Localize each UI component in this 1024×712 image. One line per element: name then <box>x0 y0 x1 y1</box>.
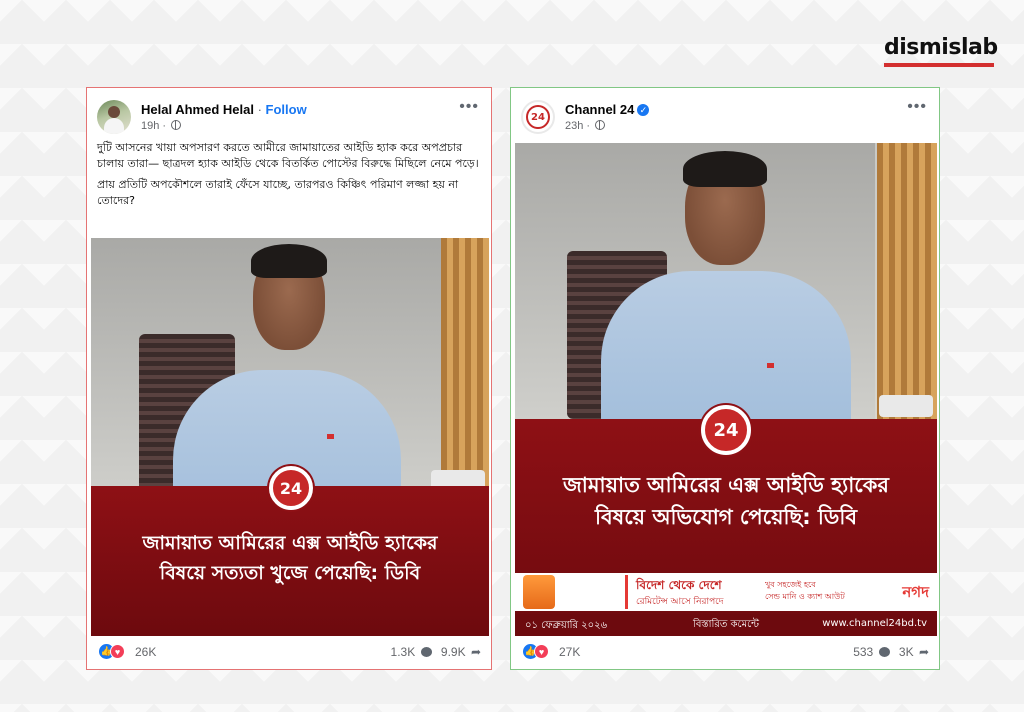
date-bar: ০১ ফেব্রুয়ারি ২০২৬ বিস্তারিত কমেন্টে ww… <box>515 614 937 636</box>
author-avatar[interactable] <box>97 100 131 134</box>
news-banner: 24 জামায়াত আমিরের এক্স আইডি হ্যাকের বিষ… <box>515 405 937 636</box>
headline-line-2: বিষয়ে অভিযোগ পেয়েছি: ডিবি <box>594 505 858 529</box>
channel24-avatar-logo: 24 <box>526 105 550 129</box>
logo-underline <box>884 63 994 67</box>
engagement-stats: 533 3K ➦ <box>853 645 929 659</box>
dismislab-logo: dismislab <box>884 35 998 70</box>
ad-tagline-2: সেন্ড মানি ও ক্যাশ আউট <box>765 592 845 601</box>
reactions-bar: 👍 ♥ 26K 1.3K 9.9K ➦ <box>97 641 481 663</box>
love-icon: ♥ <box>534 644 549 660</box>
post-image[interactable]: 24 জামায়াত আমিরের এক্স আইডি হ্যাকের বিষ… <box>515 143 937 636</box>
headline-line-2: বিষয়ে সত্যতা খুজে পেয়েছি: ডিবি <box>159 562 421 584</box>
post-time[interactable]: 23h <box>565 120 583 132</box>
news-banner: 24 জামায়াত আমিরের এক্স আইডি হ্যাকের বিষ… <box>91 466 489 636</box>
more-horizontal-icon[interactable]: ••• <box>459 99 479 115</box>
person-hair <box>683 151 767 187</box>
person-shirt <box>601 271 851 419</box>
headline-line-1: জামায়াত আমিরের এক্স আইডি হ্যাকের <box>563 473 889 497</box>
dot-separator: · <box>162 120 167 132</box>
post-image[interactable]: 24 জামায়াত আমিরের এক্স আইডি হ্যাকের বিষ… <box>91 238 489 636</box>
details-label: বিস্তারিত কমেন্টে <box>692 619 760 630</box>
logo-text: dismislab <box>884 35 998 60</box>
author-line: Channel 24 ✓ <box>565 102 650 117</box>
caption-paragraph-2: প্রায় প্রতিটি অপকৌশলে তারাই ফেঁসে যাচ্ছ… <box>97 178 459 207</box>
post-meta: 23h · <box>565 120 606 132</box>
channel24-logo: 24 <box>269 466 313 510</box>
headline: জামায়াত আমিরের এক্স আইডি হ্যাকের বিষয়ে… <box>515 469 937 533</box>
separator: · <box>257 102 262 117</box>
post-meta: 19h · <box>141 120 182 132</box>
reaction-count[interactable]: 27K <box>559 645 580 659</box>
person-hair <box>251 244 327 278</box>
ad-tagline: খুব সহজেই হবে সেন্ড মানি ও ক্যাশ আউট <box>765 579 845 603</box>
ad-subtitle: রেমিটেন্স আসে নিরাপদে <box>636 597 724 607</box>
post-time[interactable]: 19h <box>141 120 159 132</box>
reactions-bar: 👍 ♥ 27K 533 3K ➦ <box>521 641 929 663</box>
globe-icon <box>595 120 606 130</box>
share-count[interactable]: 3K <box>899 645 914 659</box>
author-name[interactable]: Helal Ahmed Helal <box>141 102 254 117</box>
comment-count[interactable]: 1.3K <box>391 645 416 659</box>
engagement-stats: 1.3K 9.9K ➦ <box>391 645 481 659</box>
author-line: Helal Ahmed Helal · Follow <box>141 102 307 117</box>
verified-badge-icon: ✓ <box>637 104 650 116</box>
ad-tagline-1: খুব সহজেই হবে <box>765 580 816 589</box>
share-count[interactable]: 9.9K <box>441 645 466 659</box>
author-name[interactable]: Channel 24 <box>565 102 634 117</box>
facebook-post-right: 24 Channel 24 ✓ 23h · ••• 24 জামায়াত আমি… <box>510 87 940 670</box>
globe-icon <box>171 120 182 130</box>
love-icon: ♥ <box>110 644 125 660</box>
share-icon: ➦ <box>470 645 481 659</box>
headline-line-1: জামায়াত আমিরের এক্স আইডি হ্যাকের <box>142 532 438 554</box>
bookshelf <box>877 143 937 419</box>
lapel-pin <box>767 363 774 368</box>
nagad-logo: নগদ <box>902 583 929 601</box>
post-date: ০১ ফেব্রুয়ারি ২০২৬ <box>525 620 608 631</box>
more-horizontal-icon[interactable]: ••• <box>907 99 927 115</box>
ad-strip: বিদেশ থেকে দেশে রেমিটেন্স আসে নিরাপদে খু… <box>515 573 937 611</box>
post-caption: দুটি আসনের খায়া অপসারণ করতে আমীরে জামায… <box>97 140 483 214</box>
reaction-icons[interactable]: 👍 ♥ <box>99 644 125 660</box>
ad-portrait <box>523 575 555 609</box>
channel24-logo: 24 <box>701 405 751 455</box>
reaction-count[interactable]: 26K <box>135 645 156 659</box>
post-header: 24 Channel 24 ✓ 23h · ••• <box>521 96 929 136</box>
channel-avatar[interactable]: 24 <box>521 100 555 134</box>
caption-paragraph-1: দুটি আসনের খায়া অপসারণ করতে আমীরে জামায… <box>97 141 479 170</box>
desk-phone <box>879 395 933 417</box>
dot-separator: · <box>586 120 591 132</box>
lapel-pin <box>327 434 334 439</box>
ad-remittance: বিদেশ থেকে দেশে রেমিটেন্স আসে নিরাপদে <box>625 575 757 609</box>
follow-button[interactable]: Follow <box>266 102 307 117</box>
share-icon: ➦ <box>918 645 929 659</box>
website-url: www.channel24bd.tv <box>822 618 927 629</box>
facebook-post-left: Helal Ahmed Helal · Follow 19h · ••• দুট… <box>86 87 492 670</box>
reaction-icons[interactable]: 👍 ♥ <box>523 644 549 660</box>
comment-icon <box>878 647 890 657</box>
post-header: Helal Ahmed Helal · Follow 19h · ••• <box>97 96 481 136</box>
comment-count[interactable]: 533 <box>853 645 873 659</box>
comment-icon <box>420 647 432 657</box>
headline: জামায়াত আমিরের এক্স আইডি হ্যাকের বিষয়ে… <box>91 528 489 588</box>
